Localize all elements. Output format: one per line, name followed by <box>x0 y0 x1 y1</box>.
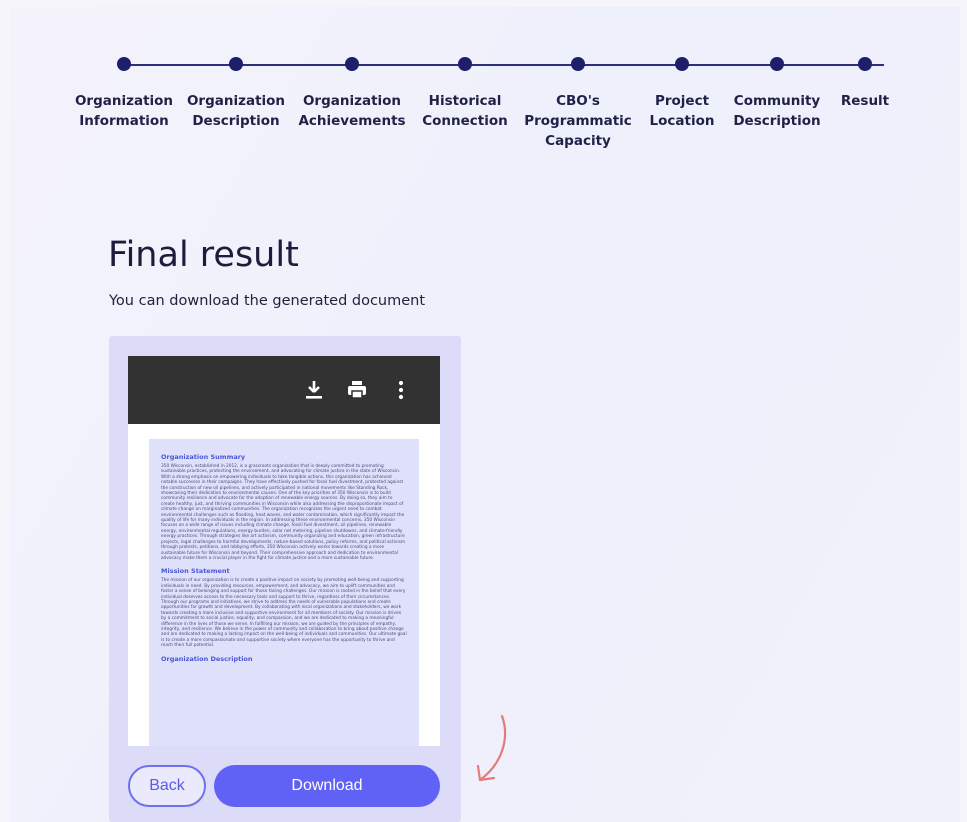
step-dot <box>458 57 472 71</box>
step-label: Organization Achievements <box>298 93 406 129</box>
page: Organization Information Organization De… <box>10 7 960 822</box>
step-historical-connection[interactable]: Historical Connection <box>410 57 520 131</box>
document-page: Organization Summary 350 Wisconsin, esta… <box>149 439 419 746</box>
page-subtitle: You can download the generated document <box>109 293 426 309</box>
step-dot <box>345 57 359 71</box>
section-heading: Organization Description <box>161 654 253 663</box>
step-dot <box>770 57 784 71</box>
document-preview-panel: Organization Summary 350 Wisconsin, esta… <box>109 336 461 822</box>
step-organization-description[interactable]: Organization Description <box>181 57 291 131</box>
pdf-viewer[interactable]: Organization Summary 350 Wisconsin, esta… <box>128 356 440 746</box>
step-dot <box>858 57 872 71</box>
print-icon[interactable] <box>345 378 369 402</box>
section-body: 350 Wisconsin, established in 2012, is a… <box>161 464 406 561</box>
step-dot <box>117 57 131 71</box>
step-project-location[interactable]: Project Location <box>627 57 737 131</box>
step-cbo-programmatic-capacity[interactable]: CBO's Programmatic Capacity <box>523 57 633 151</box>
step-label: Historical Connection <box>422 93 508 129</box>
step-organization-information[interactable]: Organization Information <box>69 57 179 131</box>
viewer-toolbar <box>128 356 440 424</box>
step-result[interactable]: Result <box>810 57 920 111</box>
step-label: Result <box>840 93 890 109</box>
page-title: Final result <box>108 235 299 275</box>
download-button[interactable]: Download <box>214 765 440 807</box>
step-dot <box>571 57 585 71</box>
step-label: Organization Information <box>74 93 174 129</box>
section-heading: Mission Statement <box>161 567 230 576</box>
step-dot <box>229 57 243 71</box>
section-body: The mission of our organization is to cr… <box>161 578 407 649</box>
more-vertical-icon[interactable] <box>389 378 413 402</box>
step-dot <box>675 57 689 71</box>
step-organization-achievements[interactable]: Organization Achievements <box>297 57 407 131</box>
curved-arrow-icon <box>476 714 507 782</box>
back-button[interactable]: Back <box>128 765 206 807</box>
step-label: Organization Description <box>186 93 286 129</box>
section-heading: Organization Summary <box>161 453 246 461</box>
step-label: CBO's Programmatic Capacity <box>524 93 632 149</box>
download-icon[interactable] <box>302 378 326 402</box>
step-label: Project Location <box>649 93 715 129</box>
